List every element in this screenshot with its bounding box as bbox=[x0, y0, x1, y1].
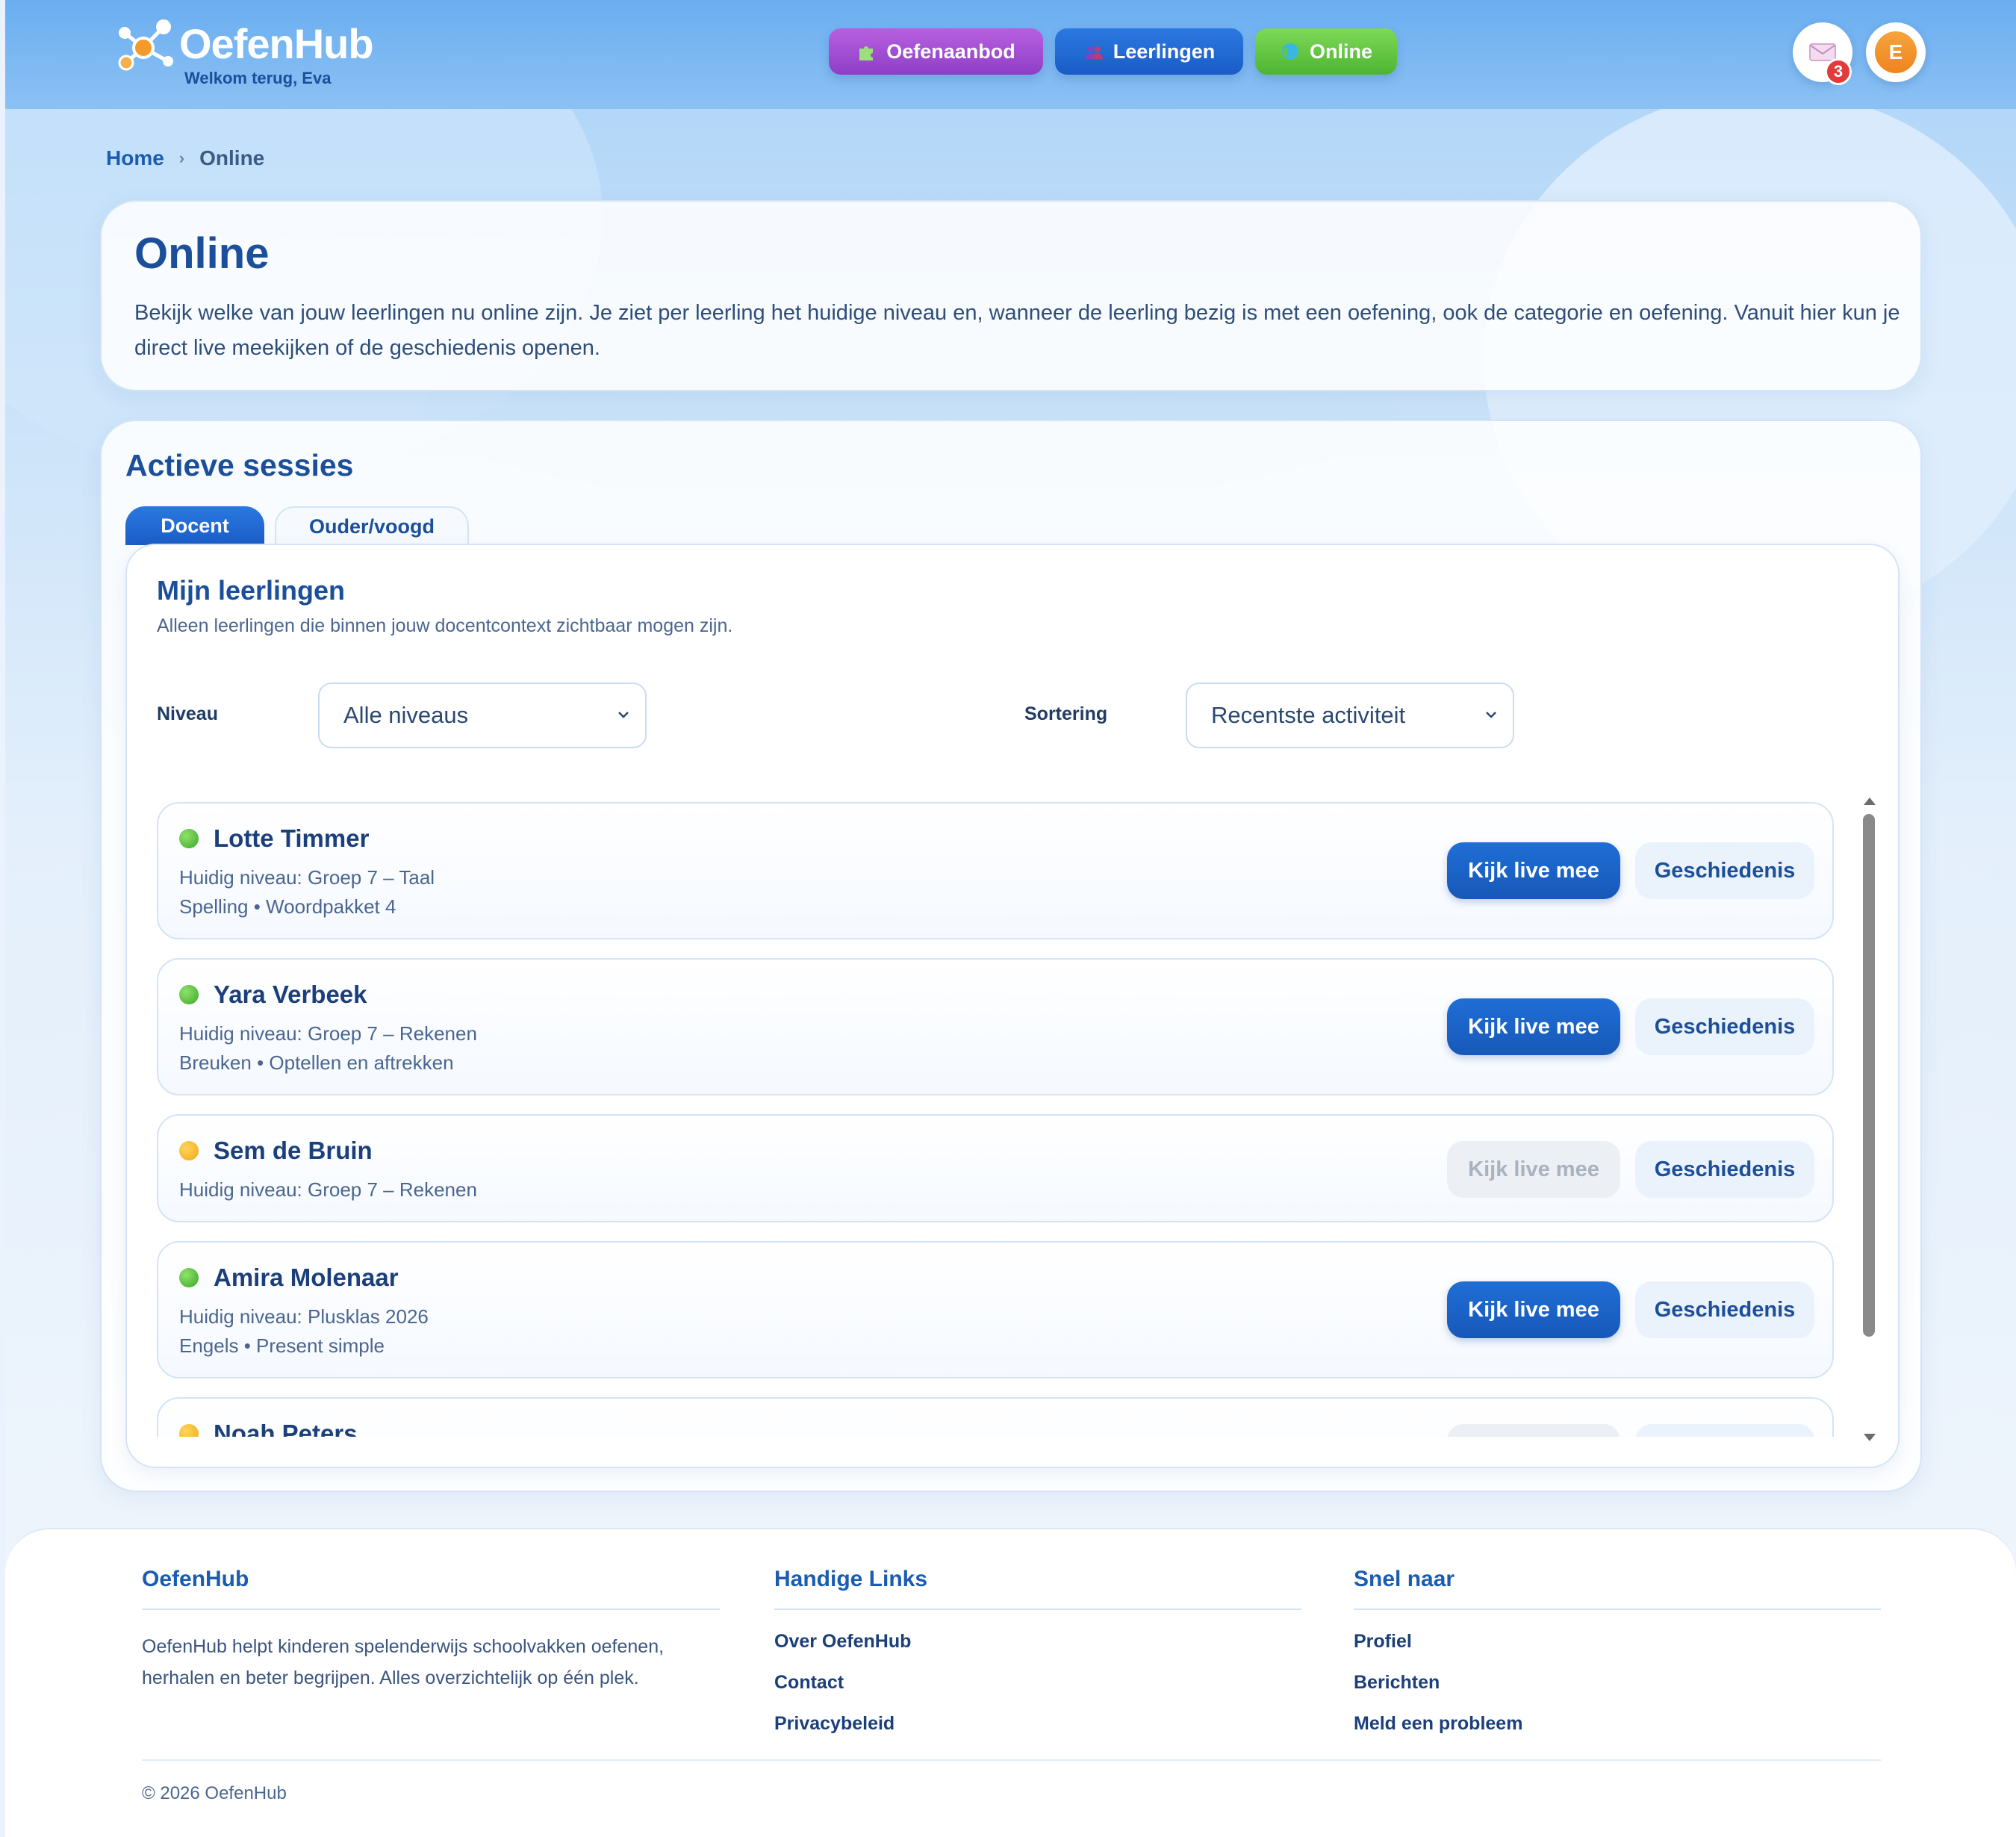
student-row: Noah Peters Kijk live mee Geschiedenis bbox=[157, 1397, 1834, 1437]
panel-title: Mijn leerlingen bbox=[157, 575, 346, 606]
online-status-dot bbox=[179, 985, 199, 1004]
list-scrollbar[interactable] bbox=[1861, 798, 1879, 1441]
footer-link-profiel[interactable]: Profiel bbox=[1354, 1631, 1881, 1656]
copyright: © 2026 OefenHub bbox=[142, 1783, 287, 1803]
nav-oefenaanbod-button[interactable]: Oefenaanbod bbox=[829, 28, 1043, 75]
logo-icon[interactable] bbox=[110, 15, 177, 76]
student-level: Huidig niveau: Groep 7 – Taal bbox=[179, 866, 435, 889]
tab-docent[interactable]: Docent bbox=[125, 506, 264, 545]
sort-select[interactable]: Recentste activiteit bbox=[1186, 683, 1514, 748]
nav-online-button[interactable]: Online bbox=[1255, 28, 1397, 75]
breadcrumb-home-link[interactable]: Home bbox=[106, 146, 164, 170]
sort-filter-label: Sortering bbox=[1024, 703, 1108, 724]
footer-quick: Snel naar Profiel Berichten Meld een pro… bbox=[1354, 1567, 1881, 1738]
student-name: Yara Verbeek bbox=[214, 980, 367, 1008]
history-button[interactable]: Geschiedenis bbox=[1635, 1141, 1814, 1198]
students-panel: Mijn leerlingen Alleen leerlingen die bi… bbox=[125, 544, 1900, 1468]
level-filter-label: Niveau bbox=[157, 703, 218, 724]
footer-links-title: Handige Links bbox=[774, 1567, 1301, 1610]
level-select-value: Alle niveaus bbox=[343, 702, 469, 728]
chevron-down-icon bbox=[618, 712, 629, 718]
active-sessions-card: Actieve sessies Docent Ouder/voogd Mijn … bbox=[100, 420, 1922, 1492]
footer-quick-title: Snel naar bbox=[1354, 1567, 1881, 1610]
breadcrumb-current: Online bbox=[199, 146, 265, 170]
watch-live-button-disabled: Kijk live mee bbox=[1447, 1424, 1620, 1437]
people-icon bbox=[1085, 46, 1103, 59]
scroll-up-arrow-icon[interactable] bbox=[1864, 798, 1876, 805]
scrollbar-thumb[interactable] bbox=[1863, 814, 1875, 1337]
student-row: Lotte Timmer Huidig niveau: Groep 7 – Ta… bbox=[157, 802, 1834, 939]
tab-ouder-voogd[interactable]: Ouder/voogd bbox=[275, 506, 469, 545]
globe-icon bbox=[1281, 43, 1298, 60]
footer-about: OefenHub OefenHub helpt kinderen spelend… bbox=[142, 1567, 720, 1694]
student-row: Sem de Bruin Huidig niveau: Groep 7 – Re… bbox=[157, 1114, 1834, 1222]
idle-status-dot bbox=[179, 1424, 199, 1437]
sort-select-value: Recentste activiteit bbox=[1211, 702, 1406, 728]
watch-live-button[interactable]: Kijk live mee bbox=[1447, 1281, 1620, 1338]
student-name: Lotte Timmer bbox=[214, 824, 370, 852]
student-name: Noah Peters bbox=[214, 1420, 358, 1437]
intro-card: Online Bekijk welke van jouw leerlingen … bbox=[100, 200, 1922, 391]
nav-leerlingen-label: Leerlingen bbox=[1113, 40, 1216, 63]
footer-link-meld-probleem[interactable]: Meld een probleem bbox=[1354, 1713, 1881, 1738]
nav-leerlingen-button[interactable]: Leerlingen bbox=[1055, 28, 1243, 75]
top-header: OefenHub Welkom terug, Eva Oefenaanbod L… bbox=[5, 0, 2016, 109]
student-activity: Engels • Present simple bbox=[179, 1334, 385, 1357]
student-row: Yara Verbeek Huidig niveau: Groep 7 – Re… bbox=[157, 958, 1834, 1095]
scroll-down-arrow-icon[interactable] bbox=[1864, 1434, 1876, 1441]
online-status-dot bbox=[179, 829, 199, 848]
section-title: Actieve sessies bbox=[125, 448, 354, 482]
student-name: Amira Molenaar bbox=[214, 1263, 399, 1291]
footer-about-title: OefenHub bbox=[142, 1567, 720, 1610]
footer-link-berichten[interactable]: Berichten bbox=[1354, 1672, 1881, 1697]
breadcrumb-separator: › bbox=[178, 149, 185, 167]
page-footer: OefenHub OefenHub helpt kinderen spelend… bbox=[5, 1528, 2016, 1837]
history-button[interactable]: Geschiedenis bbox=[1635, 1424, 1814, 1437]
student-row: Amira Molenaar Huidig niveau: Plusklas 2… bbox=[157, 1241, 1834, 1378]
chevron-down-icon bbox=[1486, 712, 1496, 718]
nav-oefenaanbod-label: Oefenaanbod bbox=[886, 40, 1015, 63]
messages-count-badge: 3 bbox=[1825, 58, 1852, 85]
footer-divider bbox=[142, 1759, 1881, 1761]
level-select[interactable]: Alle niveaus bbox=[318, 683, 647, 748]
student-level: Huidig niveau: Groep 7 – Rekenen bbox=[179, 1022, 477, 1045]
student-activity: Spelling • Woordpakket 4 bbox=[179, 895, 396, 918]
footer-links: Handige Links Over OefenHub Contact Priv… bbox=[774, 1567, 1301, 1738]
intro-text: Bekijk welke van jouw leerlingen nu onli… bbox=[134, 301, 1900, 360]
footer-about-text: OefenHub helpt kinderen spelenderwijs sc… bbox=[142, 1636, 665, 1688]
student-activity: Breuken • Optellen en aftrekken bbox=[179, 1051, 454, 1074]
footer-link-privacy[interactable]: Privacybeleid bbox=[774, 1713, 1301, 1738]
user-avatar-button[interactable]: E bbox=[1866, 22, 1926, 82]
panel-subtitle: Alleen leerlingen die binnen jouw docent… bbox=[157, 615, 733, 636]
student-level: Huidig niveau: Groep 7 – Rekenen bbox=[179, 1178, 477, 1201]
watch-live-button-disabled: Kijk live mee bbox=[1447, 1141, 1620, 1198]
breadcrumb: Home › Online bbox=[106, 146, 264, 170]
students-list[interactable]: Lotte Timmer Huidig niveau: Groep 7 – Ta… bbox=[157, 802, 1844, 1437]
student-name: Sem de Bruin bbox=[214, 1137, 373, 1164]
puzzle-icon bbox=[859, 46, 874, 60]
brand-name[interactable]: OefenHub bbox=[179, 19, 374, 68]
watch-live-button[interactable]: Kijk live mee bbox=[1447, 998, 1620, 1055]
history-button[interactable]: Geschiedenis bbox=[1635, 1281, 1814, 1338]
footer-link-contact[interactable]: Contact bbox=[774, 1672, 1301, 1697]
online-status-dot bbox=[179, 1268, 199, 1287]
page-title: Online bbox=[134, 229, 270, 278]
watch-live-button[interactable]: Kijk live mee bbox=[1447, 842, 1620, 899]
history-button[interactable]: Geschiedenis bbox=[1635, 842, 1814, 899]
history-button[interactable]: Geschiedenis bbox=[1635, 998, 1814, 1055]
welcome-text: Welkom terug, Eva bbox=[184, 69, 332, 87]
avatar: E bbox=[1875, 31, 1917, 73]
footer-link-over[interactable]: Over OefenHub bbox=[774, 1631, 1301, 1656]
idle-status-dot bbox=[179, 1141, 199, 1160]
student-level: Huidig niveau: Plusklas 2026 bbox=[179, 1305, 429, 1328]
nav-online-label: Online bbox=[1309, 40, 1372, 63]
